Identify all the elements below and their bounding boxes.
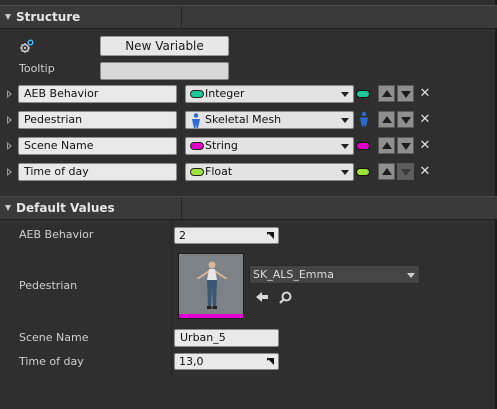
member-name-input[interactable]: Scene Name — [18, 137, 177, 155]
character-thumbnail-icon — [197, 261, 227, 309]
header-splitter — [181, 197, 182, 221]
type-combo[interactable]: Integer — [185, 85, 354, 103]
move-up-button[interactable] — [378, 137, 395, 154]
skeletal-mesh-icon — [192, 113, 200, 128]
member-name-input[interactable]: Pedestrian — [18, 111, 177, 129]
time-of-day-label: Time of day — [19, 355, 84, 368]
chevron-down-icon — [341, 92, 349, 97]
tooltip-input[interactable] — [100, 62, 229, 80]
asset-name: SK_ALS_Emma — [253, 268, 334, 281]
column-splitter — [171, 220, 172, 376]
delete-icon[interactable]: ✕ — [419, 87, 431, 100]
asset-thumbnail[interactable] — [178, 253, 244, 319]
expand-row-icon[interactable] — [7, 116, 12, 124]
gear-icon — [20, 39, 34, 53]
type-label: Float — [205, 165, 233, 178]
aeb-behavior-label: AEB Behavior — [19, 228, 94, 241]
skeletal-mesh-icon[interactable] — [358, 111, 370, 127]
type-label: Integer — [205, 87, 245, 100]
details-panel: Structure New Variable Tooltip AEB Behav… — [0, 0, 497, 409]
move-up-button[interactable] — [378, 85, 395, 102]
member-name-input[interactable]: AEB Behavior — [18, 85, 177, 103]
container-type-pill-icon[interactable] — [356, 142, 370, 150]
collapse-arrow-icon — [5, 14, 11, 20]
pill-icon — [190, 90, 204, 98]
resize-grip-icon — [267, 358, 274, 365]
move-up-button[interactable] — [378, 111, 395, 128]
expand-row-icon[interactable] — [7, 142, 12, 150]
header-splitter — [181, 6, 182, 30]
member-name-input[interactable]: Time of day — [18, 163, 177, 181]
move-up-button[interactable] — [378, 163, 395, 180]
type-label: Skeletal Mesh — [205, 113, 282, 126]
scene-name-label: Scene Name — [19, 331, 89, 344]
time-of-day-spinbox[interactable]: 13,0 — [174, 353, 279, 370]
asset-picker-combo[interactable]: SK_ALS_Emma — [249, 265, 420, 284]
move-down-button[interactable] — [397, 85, 414, 102]
collapse-arrow-icon — [5, 205, 11, 211]
chevron-down-icon — [341, 118, 349, 123]
default-values-section-header[interactable]: Default Values — [0, 196, 497, 221]
section-title: Default Values — [16, 201, 115, 215]
spin-value: 2 — [179, 229, 186, 242]
pill-icon — [190, 142, 204, 150]
magnifier-icon[interactable] — [279, 291, 292, 304]
chevron-down-icon — [341, 144, 349, 149]
type-combo[interactable]: Skeletal Mesh — [185, 111, 354, 129]
section-title: Structure — [16, 10, 81, 24]
pill-icon — [190, 168, 204, 176]
new-variable-button[interactable]: New Variable — [100, 36, 229, 56]
tooltip-label: Tooltip — [19, 62, 55, 75]
arrow-left-icon[interactable] — [256, 291, 268, 303]
delete-icon[interactable]: ✕ — [419, 113, 431, 126]
move-down-button[interactable] — [397, 163, 414, 180]
type-combo[interactable]: Float — [185, 163, 354, 181]
pedestrian-label: Pedestrian — [19, 279, 78, 292]
structure-section-header[interactable]: Structure — [0, 5, 497, 30]
expand-row-icon[interactable] — [7, 90, 12, 98]
expand-row-icon[interactable] — [7, 168, 12, 176]
chevron-down-icon — [341, 170, 349, 175]
container-type-pill-icon[interactable] — [356, 90, 370, 98]
move-down-button[interactable] — [397, 111, 414, 128]
delete-icon[interactable]: ✕ — [419, 139, 431, 152]
container-type-pill-icon[interactable] — [356, 168, 370, 176]
scene-name-input[interactable]: Urban_5 — [174, 329, 279, 347]
asset-type-color-strip — [179, 314, 243, 318]
aeb-behavior-spinbox[interactable]: 2 — [174, 227, 279, 244]
type-label: String — [205, 139, 238, 152]
chevron-down-icon — [407, 273, 415, 278]
spin-value: 13,0 — [179, 355, 204, 368]
resize-grip-icon — [267, 232, 274, 239]
column-splitter — [181, 82, 182, 186]
delete-icon[interactable]: ✕ — [419, 165, 431, 178]
move-down-button[interactable] — [397, 137, 414, 154]
type-combo[interactable]: String — [185, 137, 354, 155]
